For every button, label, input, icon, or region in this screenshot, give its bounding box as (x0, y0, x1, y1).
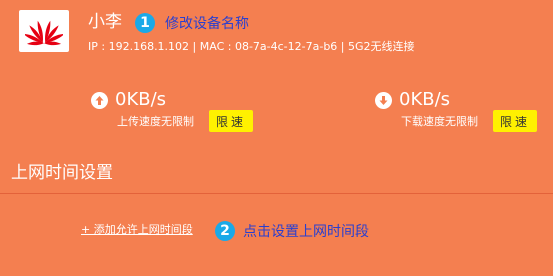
schedule-section-title: 上网时间设置 (11, 163, 113, 183)
arrow-down-circle-icon (375, 92, 392, 109)
arrow-up-circle-icon (91, 92, 108, 109)
add-time-slot-link[interactable]: + 添加允许上网时间段 (81, 223, 193, 237)
upload-speed-note: 上传速度无限制 (117, 115, 194, 128)
section-divider (0, 193, 553, 194)
step-1-annotation: 修改设备名称 (165, 16, 249, 32)
step-2-annotation: 点击设置上网时间段 (243, 224, 369, 240)
device-connection-info: IP : 192.168.1.102 | MAC : 08-7a-4c-12-7… (88, 40, 415, 53)
download-speed-value: 0KB/s (399, 89, 451, 110)
upload-speed-value: 0KB/s (115, 89, 167, 110)
device-name[interactable]: 小李 (88, 11, 122, 33)
step-1-badge: 1 (135, 13, 155, 33)
step-2-badge: 2 (215, 221, 235, 241)
download-limit-button[interactable]: 限速 (493, 110, 537, 132)
upload-limit-button[interactable]: 限速 (209, 110, 253, 132)
download-speed-note: 下载速度无限制 (401, 115, 478, 128)
huawei-logo-icon (25, 20, 63, 46)
device-logo (19, 10, 69, 52)
